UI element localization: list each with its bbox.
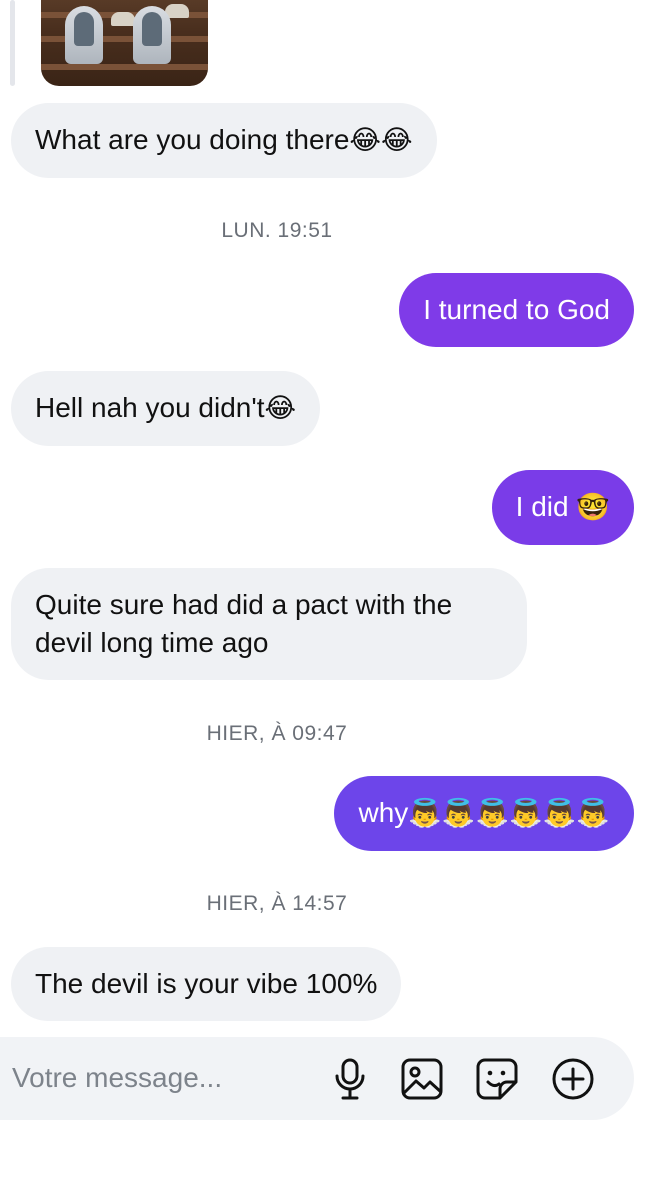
message-text: why	[358, 797, 409, 828]
message-text: Hell nah you didn't	[35, 392, 265, 423]
message-text: What are you doing there	[35, 124, 350, 155]
message-bubble-outgoing[interactable]: why👼👼👼👼👼👼	[334, 776, 634, 851]
message-text: I did	[515, 491, 577, 522]
sticker-icon	[476, 1058, 518, 1100]
reply-indicator-bar	[10, 0, 15, 86]
message-bubble-outgoing[interactable]: I did 🤓	[491, 470, 634, 545]
photo-person	[111, 12, 135, 26]
photo-pew	[41, 64, 208, 70]
message-text: I turned to God	[423, 294, 610, 325]
laughing-emoji: 😂	[264, 393, 297, 424]
image-button[interactable]	[399, 1056, 445, 1102]
microphone-button[interactable]	[327, 1056, 373, 1102]
shared-photo[interactable]	[41, 0, 208, 86]
photo-nun	[65, 6, 103, 64]
message-bubble-incoming[interactable]: What are you doing there😂😂	[11, 103, 437, 178]
image-icon	[401, 1058, 443, 1100]
laughing-emoji: 😂😂	[349, 125, 413, 156]
message-bubble-incoming[interactable]: Hell nah you didn't😂	[11, 371, 321, 446]
message-bubble-outgoing[interactable]: I turned to God	[399, 273, 634, 347]
message-bubble-incoming[interactable]: Quite sure had did a pact with the devil…	[11, 568, 527, 680]
timestamp-divider: HIER, À 14:57	[206, 892, 348, 915]
timestamp-divider: HIER, À 09:47	[206, 722, 348, 745]
timestamp-divider: LUN. 19:51	[221, 219, 333, 242]
message-composer[interactable]: Votre message...	[0, 1037, 634, 1120]
message-text: The devil is your vibe 100%	[35, 968, 378, 999]
plus-circle-icon	[552, 1058, 594, 1100]
microphone-icon	[335, 1058, 365, 1100]
sticker-button[interactable]	[474, 1056, 520, 1102]
message-input[interactable]: Votre message...	[12, 1062, 222, 1094]
message-bubble-incoming[interactable]: The devil is your vibe 100%	[11, 947, 402, 1021]
add-button[interactable]	[550, 1056, 596, 1102]
angel-emoji: 👼👼👼👼👼👼	[408, 798, 610, 829]
nerd-face-emoji: 🤓	[576, 492, 610, 523]
message-text-line: devil long time ago	[35, 627, 269, 658]
photo-nun	[133, 6, 171, 64]
message-text-line: Quite sure had did a pact with the	[35, 589, 453, 620]
